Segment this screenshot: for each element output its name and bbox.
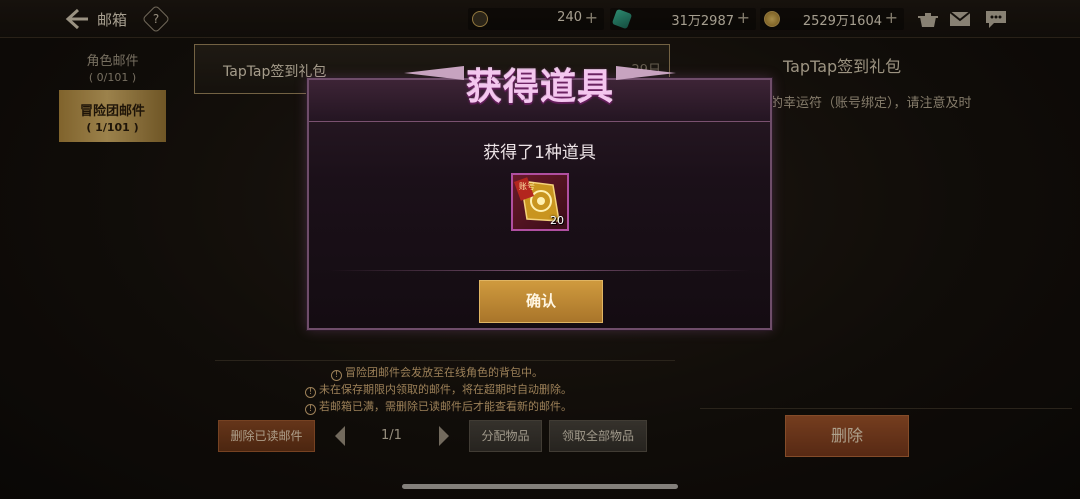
dialog-title: 获得道具 [465, 67, 614, 108]
item-received-dialog: 获得了1种道具 账号 20 确认 [307, 78, 772, 330]
item-slot[interactable]: 账号 20 [511, 173, 569, 231]
confirm-button[interactable]: 确认 [479, 280, 603, 323]
divider [329, 270, 750, 271]
item-bind-tag: 账号 [519, 182, 535, 191]
item-quantity: 20 [550, 214, 564, 227]
dialog-message: 获得了1种道具 [483, 143, 596, 163]
